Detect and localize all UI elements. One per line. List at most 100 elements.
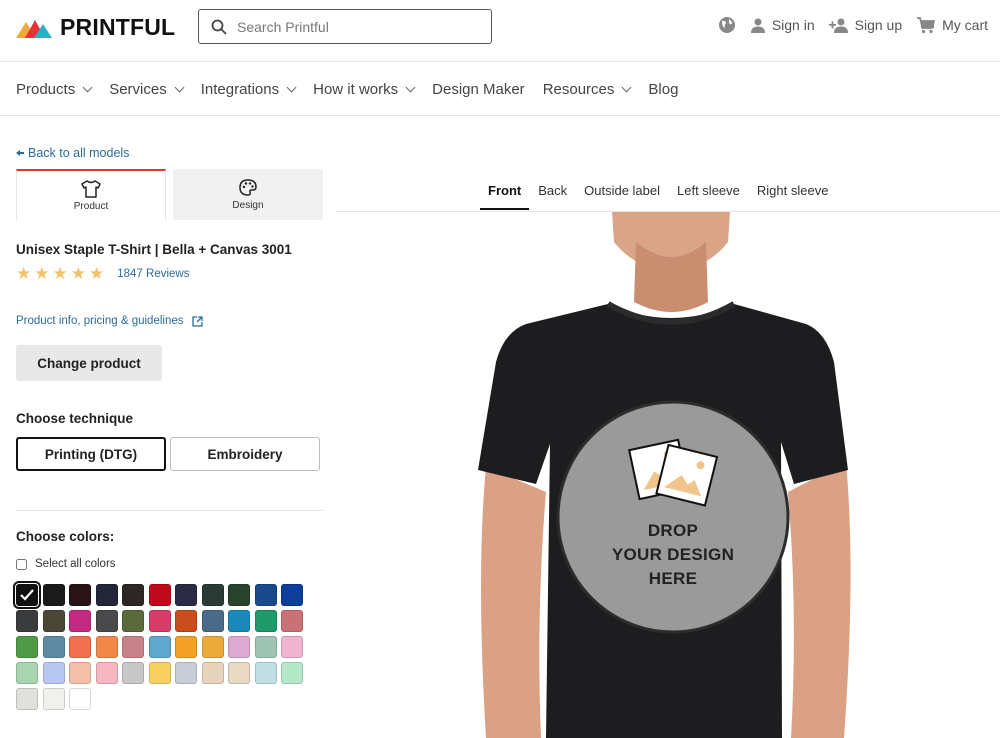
color-swatch[interactable] bbox=[254, 662, 277, 684]
color-swatch[interactable] bbox=[148, 636, 171, 658]
logo-mountains-icon bbox=[16, 19, 52, 38]
color-swatch[interactable] bbox=[254, 636, 277, 658]
select-all-checkbox[interactable] bbox=[16, 558, 27, 570]
tshirt-mockup: DROP YOUR DESIGN HERE bbox=[478, 212, 851, 738]
color-swatch[interactable] bbox=[175, 636, 197, 658]
color-swatch[interactable] bbox=[16, 662, 38, 684]
color-swatch[interactable] bbox=[42, 636, 65, 658]
color-swatch[interactable] bbox=[13, 581, 41, 609]
chevron-down-icon bbox=[405, 82, 416, 92]
product-title: Unisex Staple T-Shirt | Bella + Canvas 3… bbox=[16, 242, 292, 257]
color-swatch[interactable] bbox=[201, 584, 224, 606]
color-swatch[interactable] bbox=[16, 636, 38, 658]
color-swatch[interactable] bbox=[228, 610, 250, 632]
nav-blog-label: Blog bbox=[648, 80, 679, 98]
nav-services[interactable]: Services bbox=[109, 81, 185, 98]
tab-product[interactable]: Product bbox=[16, 169, 166, 220]
nav-design-maker[interactable]: Design Maker bbox=[432, 81, 525, 98]
color-swatch[interactable] bbox=[16, 688, 38, 710]
color-swatch[interactable] bbox=[69, 688, 91, 710]
view-tab-right-sleeve[interactable]: Right sleeve bbox=[749, 183, 837, 210]
drop-text-line2: YOUR DESIGN bbox=[612, 545, 734, 564]
color-swatch[interactable] bbox=[69, 584, 91, 606]
view-tab-front[interactable]: Front bbox=[480, 183, 530, 210]
nav-products[interactable]: Products bbox=[16, 81, 93, 98]
view-tabs: Front Back Outside label Left sleeve Rig… bbox=[480, 183, 837, 210]
drop-text-line1: DROP bbox=[648, 521, 698, 540]
nav-how-it-works[interactable]: How it works bbox=[313, 80, 416, 98]
color-swatch[interactable] bbox=[69, 662, 91, 684]
color-swatch[interactable] bbox=[16, 610, 38, 632]
color-swatch[interactable] bbox=[228, 584, 250, 606]
technique-printing-button[interactable]: Printing (DTG) bbox=[16, 437, 166, 471]
color-swatch[interactable] bbox=[148, 662, 171, 684]
technique-embroidery-button[interactable]: Embroidery bbox=[170, 437, 320, 471]
color-swatch[interactable] bbox=[175, 662, 197, 684]
color-swatch[interactable] bbox=[95, 636, 118, 658]
color-swatch[interactable] bbox=[42, 688, 65, 710]
search-bar[interactable] bbox=[198, 9, 492, 44]
drop-zone-circle[interactable] bbox=[556, 400, 790, 634]
color-swatch[interactable] bbox=[42, 662, 65, 684]
search-input[interactable] bbox=[237, 18, 477, 35]
nav-integrations[interactable]: Integrations bbox=[201, 81, 297, 98]
nav-resources[interactable]: Resources bbox=[543, 81, 632, 98]
top-header: PRINTFUL Sign in bbox=[0, 0, 1000, 62]
view-tab-back[interactable]: Back bbox=[530, 183, 575, 210]
model-left-arm bbox=[481, 467, 546, 738]
color-swatch[interactable] bbox=[42, 610, 65, 632]
header-actions: Sign in Sign up My cart bbox=[718, 16, 988, 34]
view-tab-outside-label[interactable]: Outside label bbox=[576, 183, 668, 210]
technique-heading: Choose technique bbox=[16, 411, 134, 426]
main-nav: Products Services Integrations How it wo… bbox=[0, 63, 1000, 116]
color-swatch[interactable] bbox=[201, 662, 224, 684]
cart-link[interactable]: My cart bbox=[916, 16, 988, 34]
color-swatch[interactable] bbox=[148, 584, 171, 606]
color-swatch[interactable] bbox=[228, 636, 250, 658]
view-tab-left-sleeve[interactable]: Left sleeve bbox=[669, 183, 748, 210]
nav-how-it-works-label: How it works bbox=[313, 80, 399, 98]
color-swatch[interactable] bbox=[281, 636, 303, 658]
color-swatch[interactable] bbox=[69, 636, 91, 658]
globe-icon bbox=[718, 17, 735, 33]
sign-in-label: Sign in bbox=[771, 17, 815, 33]
tab-design[interactable]: Design bbox=[173, 169, 323, 220]
color-swatch[interactable] bbox=[254, 584, 277, 606]
color-swatch[interactable] bbox=[122, 662, 144, 684]
color-swatch[interactable] bbox=[228, 662, 250, 684]
color-swatch[interactable] bbox=[201, 636, 224, 658]
color-swatch[interactable] bbox=[175, 584, 197, 606]
color-swatch[interactable] bbox=[42, 584, 65, 606]
palette-icon bbox=[239, 178, 257, 196]
tab-design-label: Design bbox=[232, 199, 264, 211]
language-button[interactable] bbox=[718, 16, 736, 34]
reviews-link[interactable]: 1847 Reviews bbox=[117, 268, 189, 280]
color-swatch[interactable] bbox=[122, 584, 144, 606]
arrow-left-icon bbox=[16, 150, 24, 156]
color-swatch[interactable] bbox=[69, 610, 91, 632]
color-swatch[interactable] bbox=[122, 636, 144, 658]
printful-logo[interactable]: PRINTFUL bbox=[16, 14, 175, 41]
color-swatch[interactable] bbox=[281, 610, 303, 632]
product-info-link[interactable]: Product info, pricing & guidelines bbox=[16, 315, 203, 327]
section-divider bbox=[16, 510, 323, 511]
color-swatch[interactable] bbox=[201, 610, 224, 632]
checkmark-icon bbox=[20, 589, 34, 601]
color-swatch[interactable] bbox=[281, 662, 303, 684]
sign-up-link[interactable]: Sign up bbox=[828, 17, 902, 33]
color-swatch[interactable] bbox=[122, 610, 144, 632]
back-to-models-link[interactable]: Back to all models bbox=[16, 146, 129, 160]
change-product-button[interactable]: Change product bbox=[16, 345, 162, 381]
color-swatch[interactable] bbox=[281, 584, 303, 606]
color-swatch[interactable] bbox=[95, 662, 118, 684]
select-all-colors[interactable]: Select all colors bbox=[16, 558, 116, 570]
sign-in-link[interactable]: Sign in bbox=[750, 17, 815, 33]
color-swatch[interactable] bbox=[148, 610, 171, 632]
product-info-label: Product info, pricing & guidelines bbox=[16, 315, 184, 327]
color-swatch[interactable] bbox=[175, 610, 197, 632]
color-swatch[interactable] bbox=[95, 610, 118, 632]
nav-design-maker-label: Design Maker bbox=[432, 80, 525, 98]
color-swatch[interactable] bbox=[254, 610, 277, 632]
nav-blog[interactable]: Blog bbox=[648, 81, 678, 98]
color-swatch[interactable] bbox=[95, 584, 118, 606]
